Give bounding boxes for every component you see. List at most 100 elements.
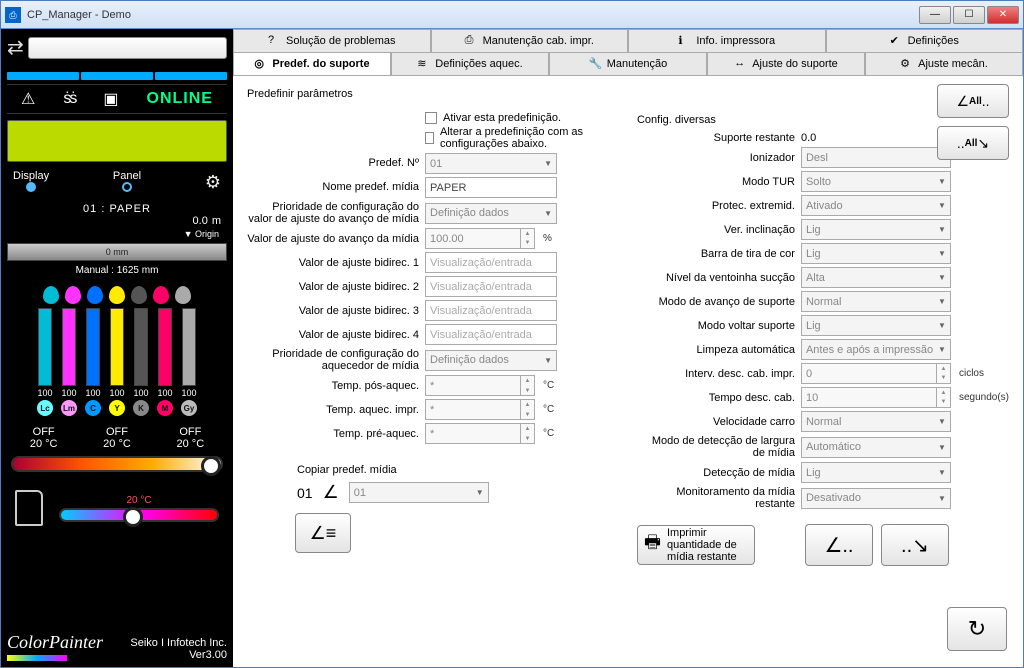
post-heat-spinner[interactable]: *▲▼ [425,375,535,396]
preset-no-select[interactable]: 01▼ [425,153,557,174]
sec-tab-3[interactable]: ↔Ajuste do suporte [707,53,865,75]
adv-priority-select[interactable]: Definição dados▼ [425,203,557,224]
app-icon: ⎙ [5,7,21,23]
display-radio[interactable] [26,182,36,192]
rf-select-2[interactable]: Solto▼ [801,171,951,192]
sec-tab-2[interactable]: 🔧Manutenção [549,53,707,75]
panel-radio[interactable] [122,182,132,192]
rf-select-13[interactable]: Automático▼ [801,437,951,458]
version: Ver3.00 [130,649,227,661]
adv-value-spinner[interactable]: 100.00▲▼ [425,228,535,249]
window-maximize-button[interactable]: ☐ [953,6,985,24]
rf-select-15[interactable]: Desativado▼ [801,488,951,509]
sec-tab-1[interactable]: ≋Definições aquec. [391,53,549,75]
ink-dot-Lm: Lm [61,400,77,416]
rf-select-8[interactable]: Lig▼ [801,315,951,336]
bidi3-input[interactable]: Visualização/entrada [425,300,557,321]
rf-select-5[interactable]: Lig▼ [801,243,951,264]
top-tab-3[interactable]: ✔Definições [826,29,1024,52]
ink-dot-K: K [133,400,149,416]
ink-level-Gy: 100 [181,388,196,398]
tab-icon: ⎙ [465,34,479,48]
copy-source: 01 [297,485,313,501]
rf-select-3[interactable]: Ativado▼ [801,195,951,216]
activate-preset-checkbox[interactable] [425,112,437,124]
rf-label-0: Suporte restante [637,132,795,144]
rf-label-1: Ionizador [637,152,795,164]
ink-bar-Lc [38,308,52,386]
ink-icon: ▣ [103,89,118,109]
status-panel: ⇄ ⚠ ṡṡ ▣ ONLINE Display Panel ⚙ [1,29,233,667]
change-preset-checkbox[interactable] [425,132,434,144]
heat-icon: ṡṡ [63,90,75,108]
bidi2-input[interactable]: Visualização/entrada [425,276,557,297]
media-distance: 0.0 [193,215,208,227]
ink-drop-C [87,286,103,304]
rf-select-6[interactable]: Alta▼ [801,267,951,288]
rf-label-8: Modo voltar suporte [637,320,795,332]
rf-label-11: Tempo desc. cab. [637,392,795,404]
tab-icon: ℹ [678,34,692,48]
apply-all-button[interactable]: ∠All.. [937,84,1009,118]
rf-select-14[interactable]: Lig▼ [801,462,951,483]
top-tab-1[interactable]: ⎙Manutenção cab. impr. [431,29,629,52]
sec-tab-4[interactable]: ⚙Ajuste mecân. [865,53,1023,75]
ruler[interactable]: 0 mm [7,243,227,261]
display-label: Display [13,170,49,182]
copy-dest-select[interactable]: 01▼ [349,482,489,503]
paper-roll-icon [15,490,43,526]
ink-level-C: 100 [85,388,100,398]
rf-spinner-11[interactable]: 10▲▼ [801,387,951,408]
body-temp: 20 °C [59,495,219,506]
top-tab-2[interactable]: ℹInfo. impressora [628,29,826,52]
rf-spinner-10[interactable]: 0▲▼ [801,363,951,384]
media-distance-unit: m [212,215,221,227]
window-minimize-button[interactable]: — [919,6,951,24]
pre-heat-spinner[interactable]: *▲▼ [425,423,535,444]
rf-select-12[interactable]: Normal▼ [801,411,951,432]
print-remaining-button[interactable]: 🖶 Imprimir quantidade de mídia restante [637,525,755,565]
ink-bar-Lm [62,308,76,386]
change-preset-label: Alterar a predefinição com as configuraç… [440,126,617,150]
media-name-label: Nome predef. mídia [247,181,419,193]
brand-logo: ColorPainter [7,632,103,653]
copy-arrow-icon: ∠ [323,482,339,503]
apply-button[interactable]: ∠.. [805,524,873,566]
media-name-input[interactable]: PAPER [425,177,557,198]
ink-bar-C [86,308,100,386]
rf-select-9[interactable]: Antes e após a impressão▼ [801,339,951,360]
rf-label-13: Modo de detecção de largura de mídia [637,435,795,459]
ink-drop-M [153,286,169,304]
read-all-button[interactable]: ..All↘ [937,126,1009,160]
preset-no-label: Predef. Nº [247,157,419,169]
copy-list-button[interactable]: ∠≡ [295,513,351,553]
rf-select-1[interactable]: Desl▼ [801,147,951,168]
ink-dot-Y: Y [109,400,125,416]
ink-drop-Lc [43,286,59,304]
temp-slider[interactable] [59,508,219,522]
bidi4-input[interactable]: Visualização/entrada [425,324,557,345]
rf-select-4[interactable]: Lig▼ [801,219,951,240]
ink-dot-Gy: Gy [181,400,197,416]
printer-select[interactable] [28,37,227,59]
heater-priority-select[interactable]: Definição dados▼ [425,350,557,371]
sec-tab-0[interactable]: ◎Predef. do suporte [233,53,391,75]
print-heat-spinner[interactable]: *▲▼ [425,399,535,420]
read-button[interactable]: ..↘ [881,524,949,566]
heater-slider[interactable] [11,456,223,472]
tab-icon: ⚙ [900,57,914,71]
ink-drop-Gy [175,286,191,304]
bidi1-input[interactable]: Visualização/entrada [425,252,557,273]
rf-label-6: Nível da ventoinha sucção [637,272,795,284]
rf-label-12: Velocidade carro [637,416,795,428]
rf-select-7[interactable]: Normal▼ [801,291,951,312]
window-close-button[interactable]: ✕ [987,6,1019,24]
rf-label-5: Barra de tira de cor [637,248,795,260]
ink-dot-Lc: Lc [37,400,53,416]
ink-level-Y: 100 [109,388,124,398]
adv-priority-label: Prioridade de configuração do valor de a… [247,201,419,225]
refresh-button[interactable]: ↻ [947,607,1007,651]
settings-gear-icon[interactable]: ⚙ [205,172,221,193]
ink-bar-M [158,308,172,386]
top-tab-0[interactable]: ?Solução de problemas [233,29,431,52]
